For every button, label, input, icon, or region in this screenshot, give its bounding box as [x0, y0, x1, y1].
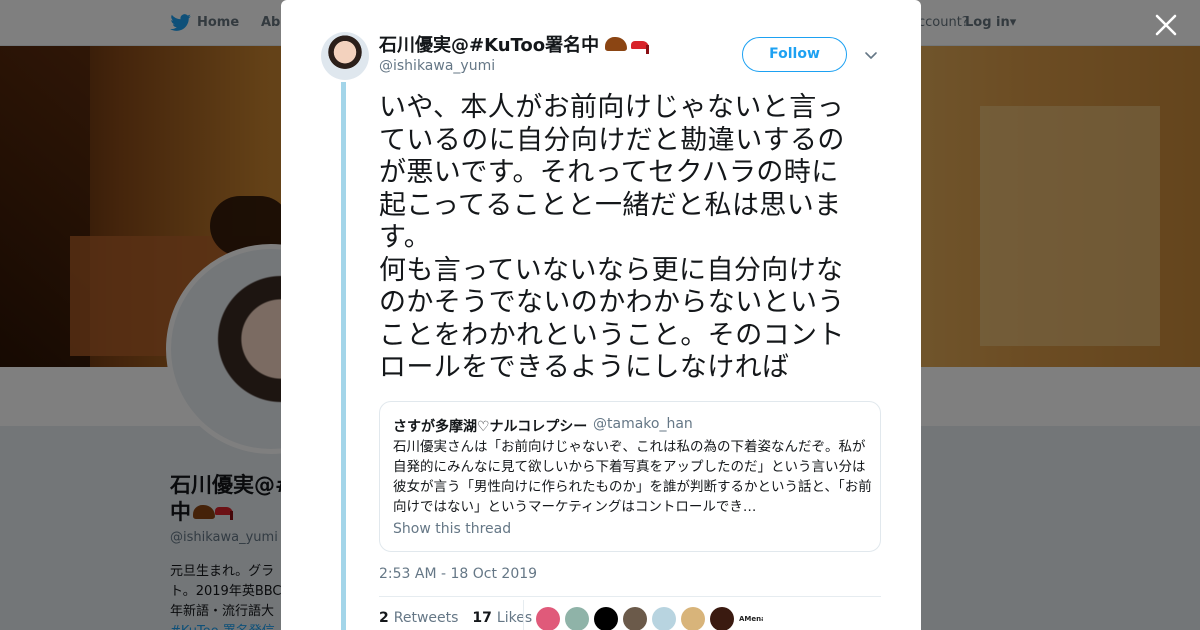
- tweet-timestamp[interactable]: 2:53 AM - 18 Oct 2019: [379, 566, 537, 582]
- quote-author-handle: @tamako_han: [593, 416, 693, 432]
- liker-avatar[interactable]: [652, 607, 676, 630]
- quote-text: 石川優実さんは「お前向けじゃないぞ、これは私の為の下着姿なんだぞ。私が自発的にみ…: [393, 439, 872, 515]
- follow-button[interactable]: Follow: [742, 37, 847, 72]
- liker-avatar[interactable]: [594, 607, 618, 630]
- stats-divider: [523, 600, 524, 630]
- liker-avatar[interactable]: [565, 607, 589, 630]
- author-avatar[interactable]: [321, 32, 369, 80]
- tweet-stats: 2 Retweets 17 Likes: [379, 610, 532, 626]
- liker-avatar[interactable]: AMena: [739, 607, 763, 630]
- quoted-tweet[interactable]: さすが多摩湖♡ナルコレプシー @tamako_han 石川優実さんは「お前向けじ…: [379, 401, 881, 552]
- shoe-emoji-icon: [605, 37, 628, 51]
- show-thread-link[interactable]: Show this thread: [393, 521, 511, 537]
- author-name[interactable]: 石川優実@#KuToo署名中: [379, 31, 653, 57]
- liker-avatar[interactable]: [710, 607, 734, 630]
- thread-line: [341, 82, 346, 630]
- quote-author-name: さすが多摩湖♡ナルコレプシー: [393, 419, 588, 435]
- liker-avatars: AMena: [536, 607, 763, 630]
- retweets-count: 2: [379, 610, 389, 626]
- liker-avatar[interactable]: [536, 607, 560, 630]
- chevron-down-icon[interactable]: [863, 47, 879, 63]
- likes-count: 17: [472, 610, 492, 626]
- liker-avatar[interactable]: [623, 607, 647, 630]
- author-handle[interactable]: @ishikawa_yumi: [379, 58, 495, 74]
- retweets-stat[interactable]: 2 Retweets: [379, 610, 458, 626]
- tweet-modal: 石川優実@#KuToo署名中 @ishikawa_yumi Follow いや、…: [281, 0, 921, 630]
- tweet-text: いや、本人がお前向けじゃないと言っ ているのに自分向けだと勘違いするの が悪いで…: [379, 92, 845, 383]
- high-heel-emoji-icon: [631, 35, 653, 54]
- retweets-label: Retweets: [393, 610, 459, 626]
- close-icon[interactable]: [1154, 13, 1178, 37]
- liker-avatar[interactable]: [681, 607, 705, 630]
- divider: [379, 596, 881, 597]
- author-name-text: 石川優実@#KuToo署名中: [379, 35, 600, 56]
- likes-label: Likes: [496, 610, 533, 626]
